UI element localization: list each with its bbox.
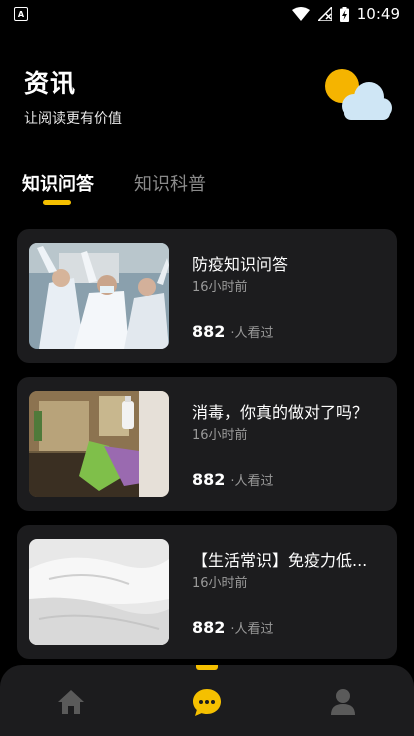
article-title: 消毒，你真的做对了吗？ bbox=[192, 403, 369, 422]
tab-knowledge-qa[interactable]: 知识问答 bbox=[22, 170, 94, 196]
article-card[interactable]: 消毒，你真的做对了吗？ 16小时前 882 ·人看过 bbox=[17, 377, 397, 511]
tab-active-indicator bbox=[43, 200, 71, 205]
weather-sun-cloud-icon bbox=[325, 69, 392, 120]
article-title: 防疫知识问答 bbox=[192, 255, 289, 274]
signal-off-icon bbox=[317, 7, 332, 21]
chat-icon bbox=[193, 689, 221, 716]
views-label: ·人看过 bbox=[230, 326, 274, 341]
article-card[interactable]: 防疫知识问答 16小时前 882 ·人看过 bbox=[17, 229, 397, 363]
home-icon bbox=[58, 690, 84, 714]
article-views: 882 ·人看过 bbox=[192, 618, 274, 637]
bottom-nav bbox=[0, 665, 414, 736]
article-title: 【生活常识】免疫力低... bbox=[192, 551, 368, 570]
views-label: ·人看过 bbox=[230, 622, 274, 637]
user-icon bbox=[331, 689, 355, 715]
nav-profile[interactable] bbox=[326, 685, 360, 719]
page-title: 资讯 bbox=[24, 69, 77, 98]
article-thumbnail bbox=[29, 539, 169, 645]
views-label: ·人看过 bbox=[230, 474, 274, 489]
nav-home[interactable] bbox=[54, 685, 88, 719]
article-thumbnail bbox=[29, 391, 169, 497]
article-time: 16小时前 bbox=[192, 428, 248, 443]
clock: 10:49 bbox=[356, 5, 400, 23]
views-count: 882 bbox=[192, 618, 226, 637]
bottom-nav-active-indicator bbox=[196, 665, 218, 670]
article-time: 16小时前 bbox=[192, 280, 248, 295]
battery-charging-icon bbox=[339, 6, 349, 22]
views-count: 882 bbox=[192, 470, 226, 489]
tab-knowledge-science[interactable]: 知识科普 bbox=[134, 170, 206, 196]
article-views: 882 ·人看过 bbox=[192, 322, 274, 341]
views-count: 882 bbox=[192, 322, 226, 341]
tab-bar: 知识问答 知识科普 bbox=[22, 170, 206, 196]
article-views: 882 ·人看过 bbox=[192, 470, 274, 489]
article-time: 16小时前 bbox=[192, 576, 248, 591]
nav-chat[interactable] bbox=[190, 685, 224, 719]
article-thumbnail bbox=[29, 243, 169, 349]
wifi-icon bbox=[291, 7, 310, 21]
article-card[interactable]: 【生活常识】免疫力低... 16小时前 882 ·人看过 bbox=[17, 525, 397, 659]
page-subtitle: 让阅读更有价值 bbox=[24, 111, 122, 127]
app-notification-icon: A bbox=[14, 7, 28, 21]
status-bar: A 10:49 bbox=[0, 0, 414, 28]
